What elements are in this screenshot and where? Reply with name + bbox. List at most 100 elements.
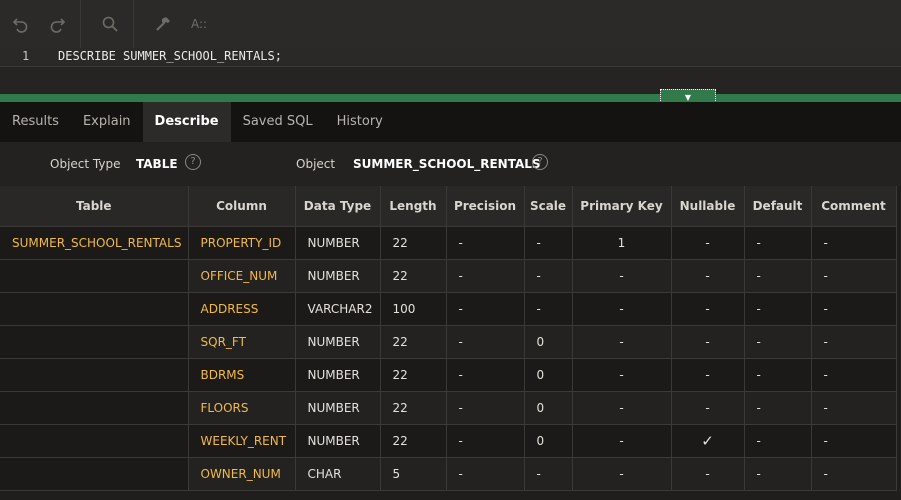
cell-column[interactable]: FLOORS: [188, 391, 296, 425]
cell-precision: -: [446, 226, 525, 260]
redo-icon[interactable]: [42, 9, 72, 39]
column-header-column[interactable]: Column: [188, 186, 296, 227]
column-header-scale[interactable]: Scale: [524, 186, 573, 227]
cell-nullable: ✓: [671, 424, 745, 458]
cell-nullable: -: [671, 259, 745, 293]
cell-data-type: NUMBER: [295, 259, 381, 293]
cell-table[interactable]: SUMMER_SCHOOL_RENTALS: [0, 226, 189, 260]
cell-scale: -: [524, 226, 573, 260]
tab-saved-sql[interactable]: Saved SQL: [231, 102, 325, 142]
cell-scale: -: [524, 259, 573, 293]
cell-column[interactable]: ADDRESS: [188, 292, 296, 326]
cell-default: -: [744, 226, 812, 260]
cell-nullable: -: [671, 325, 745, 359]
table-row[interactable]: SQR_FT NUMBER 22 - 0 - - - -: [0, 325, 897, 359]
cell-precision: -: [446, 391, 525, 425]
cell-precision: -: [446, 424, 525, 458]
cell-default: -: [744, 457, 812, 491]
font-size-icon[interactable]: A::: [184, 9, 214, 39]
table-row[interactable]: OWNER_NUM CHAR 5 - - - - - -: [0, 457, 897, 491]
hammer-icon[interactable]: [148, 9, 178, 39]
sql-editor[interactable]: 1 DESCRIBE SUMMER_SCHOOL_RENTALS;: [0, 48, 901, 94]
cell-length: 100: [380, 292, 447, 326]
cell-length: 22: [380, 358, 447, 392]
column-header-data-type[interactable]: Data Type: [295, 186, 381, 227]
tab-results[interactable]: Results: [0, 102, 71, 142]
cell-column[interactable]: OFFICE_NUM: [188, 259, 296, 293]
cell-scale: 0: [524, 325, 573, 359]
cell-comment: -: [811, 457, 897, 491]
undo-icon[interactable]: [6, 9, 36, 39]
cell-primary-key: -: [572, 424, 672, 458]
cell-primary-key: -: [572, 325, 672, 359]
cell-column[interactable]: BDRMS: [188, 358, 296, 392]
cell-length: 22: [380, 391, 447, 425]
cell-precision: -: [446, 457, 525, 491]
cell-nullable: -: [671, 457, 745, 491]
cell-default: -: [744, 391, 812, 425]
cell-table: [0, 358, 189, 392]
column-header-primary-key[interactable]: Primary Key: [572, 186, 672, 227]
table-row[interactable]: OFFICE_NUM NUMBER 22 - - - - - -: [0, 259, 897, 293]
cell-scale: -: [524, 457, 573, 491]
cell-nullable: -: [671, 292, 745, 326]
tab-describe[interactable]: Describe: [142, 102, 231, 142]
cell-comment: -: [811, 358, 897, 392]
column-header-default[interactable]: Default: [744, 186, 812, 227]
tab-explain[interactable]: Explain: [71, 102, 143, 142]
cell-primary-key: -: [572, 457, 672, 491]
cell-comment: -: [811, 259, 897, 293]
cell-precision: -: [446, 325, 525, 359]
search-icon[interactable]: [95, 9, 125, 39]
cell-column[interactable]: PROPERTY_ID: [188, 226, 296, 260]
cell-comment: -: [811, 424, 897, 458]
column-header-nullable[interactable]: Nullable: [671, 186, 745, 227]
describe-grid: Table Column Data Type Length Precision …: [0, 186, 901, 500]
pane-splitter[interactable]: ▼: [0, 89, 901, 105]
cell-column[interactable]: OWNER_NUM: [188, 457, 296, 491]
object-info-bar: Object Type TABLE ? Object SUMMER_SCHOOL…: [0, 142, 901, 186]
tab-history[interactable]: History: [325, 102, 395, 142]
table-row[interactable]: FLOORS NUMBER 22 - 0 - - - -: [0, 391, 897, 425]
cell-nullable: -: [671, 226, 745, 260]
font-size-glyph: A::: [190, 17, 208, 31]
cell-scale: 0: [524, 391, 573, 425]
cell-primary-key: -: [572, 358, 672, 392]
help-icon[interactable]: ?: [532, 154, 548, 170]
describe-table: Table Column Data Type Length Precision …: [0, 186, 897, 491]
cell-length: 22: [380, 424, 447, 458]
cell-default: -: [744, 358, 812, 392]
table-row[interactable]: ADDRESS VARCHAR2 100 - - - - - -: [0, 292, 897, 326]
object-label: Object: [296, 157, 336, 171]
cell-default: -: [744, 259, 812, 293]
help-icon[interactable]: ?: [185, 154, 201, 170]
cell-primary-key: 1: [572, 226, 672, 260]
caret-down-icon: ▼: [684, 92, 692, 102]
cell-length: 22: [380, 226, 447, 260]
cell-nullable: -: [671, 358, 745, 392]
cell-comment: -: [811, 226, 897, 260]
cell-primary-key: -: [572, 292, 672, 326]
column-header-table[interactable]: Table: [0, 186, 189, 227]
sql-code[interactable]: DESCRIBE SUMMER_SCHOOL_RENTALS;: [58, 49, 282, 63]
cell-column[interactable]: WEEKLY_RENT: [188, 424, 296, 458]
cell-default: -: [744, 292, 812, 326]
cell-table: [0, 391, 189, 425]
table-row[interactable]: BDRMS NUMBER 22 - 0 - - - -: [0, 358, 897, 392]
column-header-length[interactable]: Length: [380, 186, 447, 227]
cell-precision: -: [446, 358, 525, 392]
cell-scale: -: [524, 292, 573, 326]
cell-data-type: VARCHAR2: [295, 292, 381, 326]
cell-comment: -: [811, 391, 897, 425]
cell-column[interactable]: SQR_FT: [188, 325, 296, 359]
column-header-precision[interactable]: Precision: [446, 186, 525, 227]
cell-table: [0, 292, 189, 326]
cell-primary-key: -: [572, 391, 672, 425]
column-header-comment[interactable]: Comment: [811, 186, 897, 227]
cell-table: [0, 325, 189, 359]
table-row[interactable]: SUMMER_SCHOOL_RENTALS PROPERTY_ID NUMBER…: [0, 226, 897, 260]
cell-default: -: [744, 424, 812, 458]
table-row[interactable]: WEEKLY_RENT NUMBER 22 - 0 - ✓ - -: [0, 424, 897, 458]
cell-length: 22: [380, 325, 447, 359]
editor-toolbar: A::: [0, 0, 901, 49]
